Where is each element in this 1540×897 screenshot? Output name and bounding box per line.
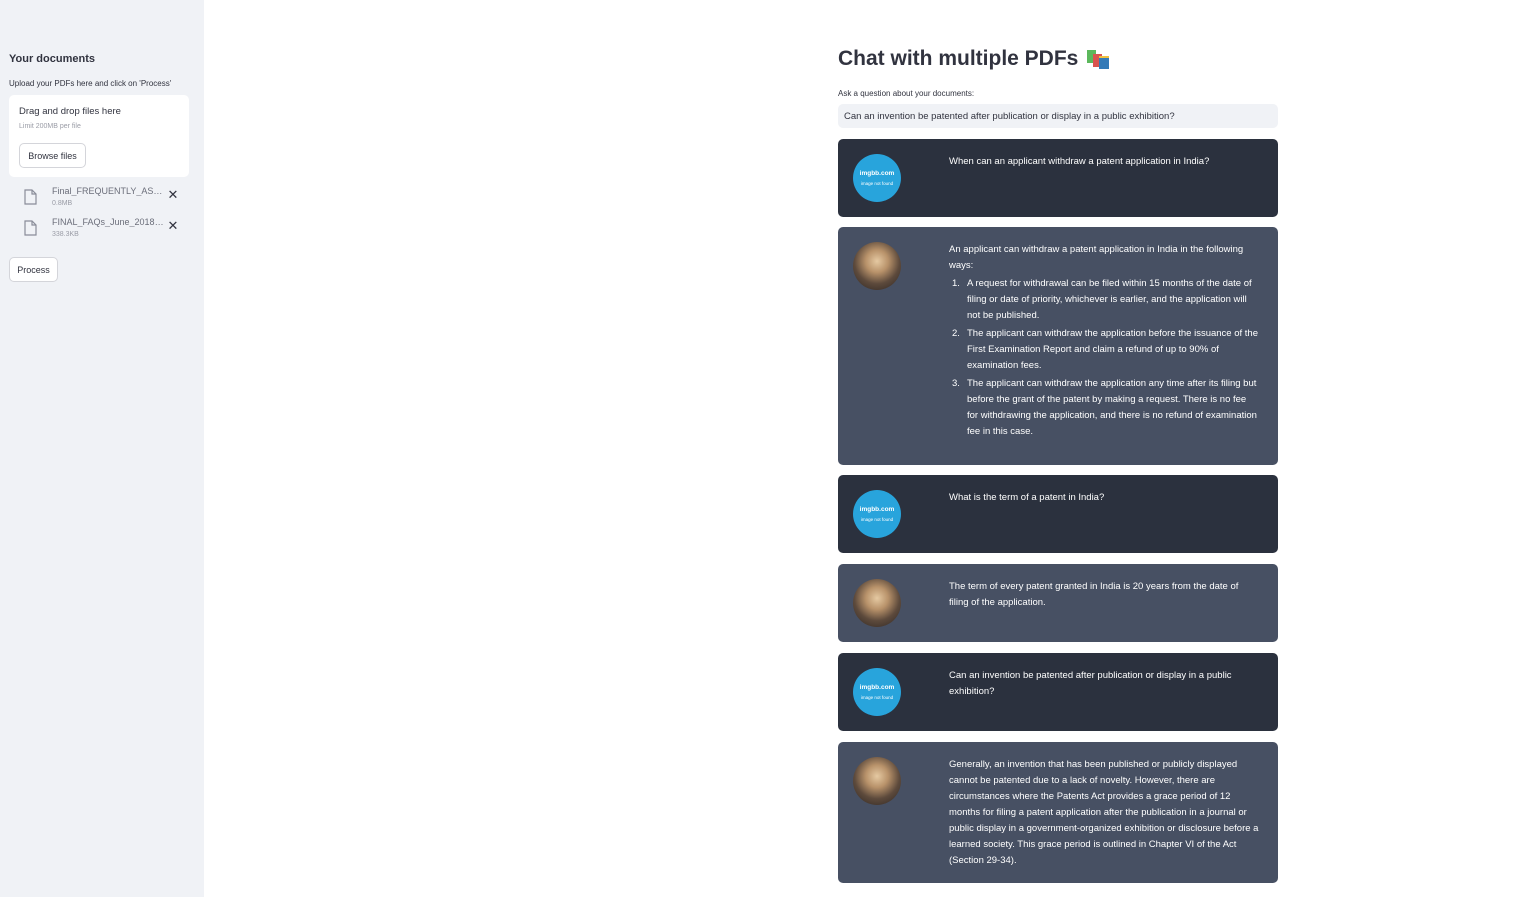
uploaded-file-row: Final_FREQUENTLY_ASKED_QUESTIONS_-PATENT…	[9, 186, 189, 214]
message-text: An applicant can withdraw a patent appli…	[949, 242, 1259, 442]
message-text: Generally, an invention that has been pu…	[949, 759, 1259, 866]
list-item: 1. A request for withdrawal can be filed …	[952, 278, 1252, 321]
chat-message-bot: An applicant can withdraw a patent appli…	[838, 227, 1278, 465]
books-icon	[1087, 50, 1110, 69]
list-item: 3. The applicant can withdraw the applica…	[952, 378, 1257, 437]
message-text: The term of every patent granted in Indi…	[949, 581, 1239, 608]
chat-message-user: imgbb.com image not found What is the te…	[838, 475, 1278, 553]
message-text: What is the term of a patent in India?	[949, 492, 1105, 503]
browse-files-button[interactable]: Browse files	[19, 143, 86, 168]
process-button[interactable]: Process	[9, 257, 58, 282]
bot-avatar	[853, 757, 901, 805]
sidebar-subtitle: Upload your PDFs here and click on 'Proc…	[9, 79, 172, 88]
dropzone-title: Drag and drop files here	[19, 106, 121, 117]
page-title: Chat with multiple PDFs	[838, 47, 1079, 70]
chat-message-bot: Generally, an invention that has been pu…	[838, 742, 1278, 883]
sidebar: Your documents Upload your PDFs here and…	[0, 0, 204, 897]
uploaded-file-row: FINAL_FAQs_June_2018.pdf 338.3KB ✕	[9, 217, 189, 245]
dropzone-limit: Limit 200MB per file	[19, 123, 81, 130]
chat-message-bot: The term of every patent granted in Indi…	[838, 564, 1278, 642]
user-avatar: imgbb.com image not found	[853, 490, 901, 538]
user-avatar: imgbb.com image not found	[853, 668, 901, 716]
file-size: 338.3KB	[52, 231, 79, 238]
bot-avatar	[853, 579, 901, 627]
message-intro: An applicant can withdraw a patent appli…	[949, 244, 1244, 271]
file-icon	[24, 220, 37, 236]
file-name: Final_FREQUENTLY_ASKED_QUESTIONS_-PATENT…	[52, 186, 166, 196]
bot-avatar	[853, 242, 901, 290]
file-name: FINAL_FAQs_June_2018.pdf	[52, 217, 166, 227]
file-size: 0.8MB	[52, 200, 73, 207]
message-list: 1. A request for withdrawal can be filed …	[949, 276, 1259, 440]
page-title-row: Chat with multiple PDFs	[838, 47, 1110, 71]
message-text: Can an invention be patented after publi…	[949, 670, 1232, 697]
message-text: When can an applicant withdraw a patent …	[949, 156, 1210, 167]
list-item: 2. The applicant can withdraw the applica…	[952, 328, 1258, 371]
user-avatar: imgbb.com image not found	[853, 154, 901, 202]
file-dropzone[interactable]: Drag and drop files here Limit 200MB per…	[9, 95, 189, 177]
question-label: Ask a question about your documents:	[838, 89, 975, 98]
chat-message-user: imgbb.com image not found When can an ap…	[838, 139, 1278, 217]
file-icon	[24, 189, 37, 205]
remove-file-icon[interactable]: ✕	[167, 188, 179, 201]
question-input[interactable]	[838, 104, 1278, 128]
sidebar-title: Your documents	[9, 53, 95, 65]
chat-message-user: imgbb.com image not found Can an inventi…	[838, 653, 1278, 731]
remove-file-icon[interactable]: ✕	[167, 219, 179, 232]
